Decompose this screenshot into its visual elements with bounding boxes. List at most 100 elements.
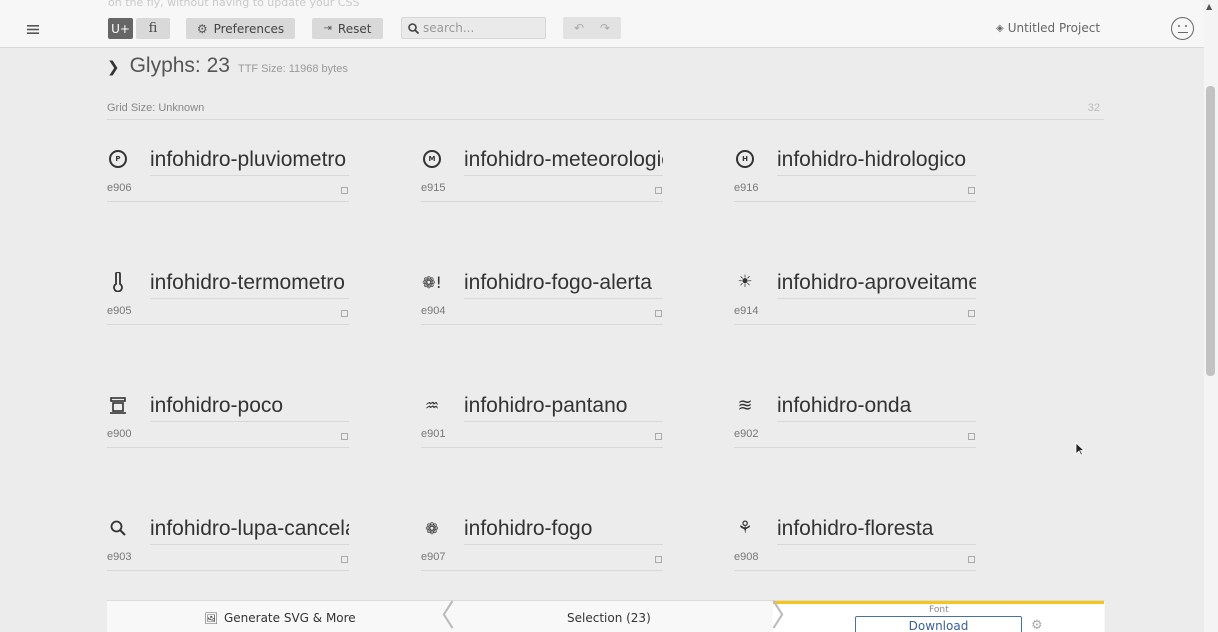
glyph-code[interactable]: e902 xyxy=(734,424,976,448)
glyph-code[interactable]: e905 xyxy=(107,301,349,325)
codepoint-box-icon xyxy=(968,433,975,440)
glyph-code-value[interactable]: e906 xyxy=(107,182,131,194)
circle-h-icon[interactable]: H xyxy=(734,148,756,170)
preferences-button[interactable]: ⚙ Preferences xyxy=(186,18,295,39)
glyph-code[interactable]: e914 xyxy=(734,301,976,325)
magnifier-icon[interactable] xyxy=(107,517,129,539)
grid-size-value[interactable]: 32 xyxy=(1088,102,1100,114)
account-face-icon[interactable] xyxy=(1171,17,1194,40)
codepoint-box-icon xyxy=(655,433,662,440)
glyph-code[interactable]: e904 xyxy=(421,301,663,325)
glyph-name[interactable]: infohidro-aproveitamento xyxy=(777,271,976,299)
generate-svg-button[interactable]: 🖼 Generate SVG & More xyxy=(204,611,356,625)
hamburger-icon xyxy=(27,24,39,34)
thermometer-icon[interactable] xyxy=(107,271,129,293)
circle-m-icon[interactable]: M xyxy=(421,148,443,170)
wave-icon[interactable]: ≋ xyxy=(734,394,756,416)
glyph-name[interactable]: infohidro-poco xyxy=(150,394,349,422)
glyph-name[interactable]: infohidro-pluviometro xyxy=(150,148,349,176)
glyph-code-value[interactable]: e901 xyxy=(421,428,445,440)
reset-icon: ⇥ xyxy=(323,23,332,34)
glyph-set-header[interactable]: ❯ Glyphs: 23 TTF Size: 11968 bytes xyxy=(107,54,348,78)
menu-button[interactable] xyxy=(19,18,47,40)
font-settings-gear-icon[interactable]: ⚙ xyxy=(1031,618,1043,632)
mouse-cursor-icon xyxy=(1075,442,1085,456)
circle-p-icon[interactable]: P xyxy=(107,148,129,170)
glyph-card[interactable]: infohidro-poco e900 xyxy=(107,392,349,448)
glyph-code-value[interactable]: e902 xyxy=(734,428,758,440)
glyph-code-value[interactable]: e903 xyxy=(107,551,131,563)
scrollbar-thumb[interactable] xyxy=(1206,86,1215,376)
gear-icon: ⚙ xyxy=(196,21,208,36)
glyph-card[interactable]: infohidro-termometro e905 xyxy=(107,269,349,325)
swamp-icon[interactable]: ♒ xyxy=(421,394,443,416)
glyph-name[interactable]: infohidro-hidrologico xyxy=(777,148,976,176)
codepoint-box-icon xyxy=(655,556,662,563)
glyph-card[interactable]: ❁! infohidro-fogo-alerta e904 xyxy=(421,269,663,325)
codepoint-box-icon xyxy=(341,187,348,194)
glyph-code[interactable]: e906 xyxy=(107,178,349,202)
font-tab[interactable]: Font Download ⚙ xyxy=(773,601,1104,632)
undo-icon[interactable]: ↶ xyxy=(574,21,584,35)
glyph-code-value[interactable]: e916 xyxy=(734,182,758,194)
glyph-card[interactable]: ⚘ infohidro-floresta e908 xyxy=(734,515,976,571)
glyph-card[interactable]: ♒ infohidro-pantano e901 xyxy=(421,392,663,448)
glyph-name[interactable]: infohidro-lupa-cancelar xyxy=(150,517,349,545)
glyph-code[interactable]: e907 xyxy=(421,547,663,571)
glyph-card[interactable]: Pinfohidro-pluviometro e906 xyxy=(107,146,349,202)
sunrise-icon[interactable]: ☀ xyxy=(734,271,756,293)
chevron-down-icon[interactable]: ❯ xyxy=(107,58,120,76)
glyph-code[interactable]: e903 xyxy=(107,547,349,571)
glyph-code-value[interactable]: e905 xyxy=(107,305,131,317)
glyph-card[interactable]: ☀ infohidro-aproveitamento e914 xyxy=(734,269,976,325)
search-icon xyxy=(408,22,419,34)
selection-count[interactable]: Selection (23) xyxy=(567,611,651,625)
glyph-name[interactable]: infohidro-pantano xyxy=(464,394,663,422)
download-button[interactable]: Download xyxy=(855,616,1022,632)
glyph-name[interactable]: infohidro-onda xyxy=(777,394,976,422)
fire-alert-icon[interactable]: ❁! xyxy=(421,271,443,293)
glyph-code-value[interactable]: e904 xyxy=(421,305,445,317)
glyph-name[interactable]: infohidro-fogo-alerta xyxy=(464,271,663,299)
glyph-code[interactable]: e915 xyxy=(421,178,663,202)
glyph-name[interactable]: infohidro-fogo xyxy=(464,517,663,545)
codepoint-box-icon xyxy=(655,187,662,194)
glyph-name[interactable]: infohidro-termometro xyxy=(150,271,349,299)
codepoint-box-icon xyxy=(968,310,975,317)
layers-icon: ◈ xyxy=(996,22,1004,34)
grid-size-row: Grid Size: Unknown 32 xyxy=(107,100,1104,120)
reset-button[interactable]: ⇥ Reset xyxy=(312,18,383,39)
project-name[interactable]: ◈ Untitled Project xyxy=(996,21,1100,35)
glyph-card[interactable]: Minfohidro-meteorologico e915 xyxy=(421,146,663,202)
glyph-code-value[interactable]: e908 xyxy=(734,551,758,563)
glyph-name[interactable]: infohidro-floresta xyxy=(777,517,976,545)
glyph-code-value[interactable]: e914 xyxy=(734,305,758,317)
top-toolbar: on the fly, without having to update you… xyxy=(0,0,1204,48)
redo-icon[interactable]: ↷ xyxy=(600,21,610,35)
fire-icon[interactable]: ❁ xyxy=(421,517,443,539)
glyph-card[interactable]: infohidro-lupa-cancelar e903 xyxy=(107,515,349,571)
next-arrow-icon[interactable]: 〉 xyxy=(771,601,801,632)
glyph-code-value[interactable]: e915 xyxy=(421,182,445,194)
glyph-card[interactable]: ❁ infohidro-fogo e907 xyxy=(421,515,663,571)
set-title: Glyphs: 23 xyxy=(129,54,230,77)
codepoint-box-icon xyxy=(341,310,348,317)
search-placeholder: search... xyxy=(423,21,475,35)
codepoint-box-icon xyxy=(968,556,975,563)
glyph-code[interactable]: e908 xyxy=(734,547,976,571)
search-field[interactable]: search... xyxy=(401,17,546,39)
prev-arrow-icon[interactable]: 〈 xyxy=(425,601,455,632)
ligature-toggle[interactable]: fi xyxy=(136,18,170,39)
glyph-code[interactable]: e916 xyxy=(734,178,976,202)
unicode-toggle[interactable]: U+ xyxy=(108,18,133,39)
glyph-code-value[interactable]: e907 xyxy=(421,551,445,563)
well-icon[interactable] xyxy=(107,394,129,416)
glyph-code[interactable]: e900 xyxy=(107,424,349,448)
glyph-card[interactable]: ≋ infohidro-onda e902 xyxy=(734,392,976,448)
glyph-card[interactable]: Hinfohidro-hidrologico e916 xyxy=(734,146,976,202)
tree-icon[interactable]: ⚘ xyxy=(734,517,756,539)
glyph-name[interactable]: infohidro-meteorologico xyxy=(464,148,663,176)
scroll-up-arrow[interactable]: ▲ xyxy=(1206,2,1212,11)
glyph-code[interactable]: e901 xyxy=(421,424,663,448)
glyph-code-value[interactable]: e900 xyxy=(107,428,131,440)
